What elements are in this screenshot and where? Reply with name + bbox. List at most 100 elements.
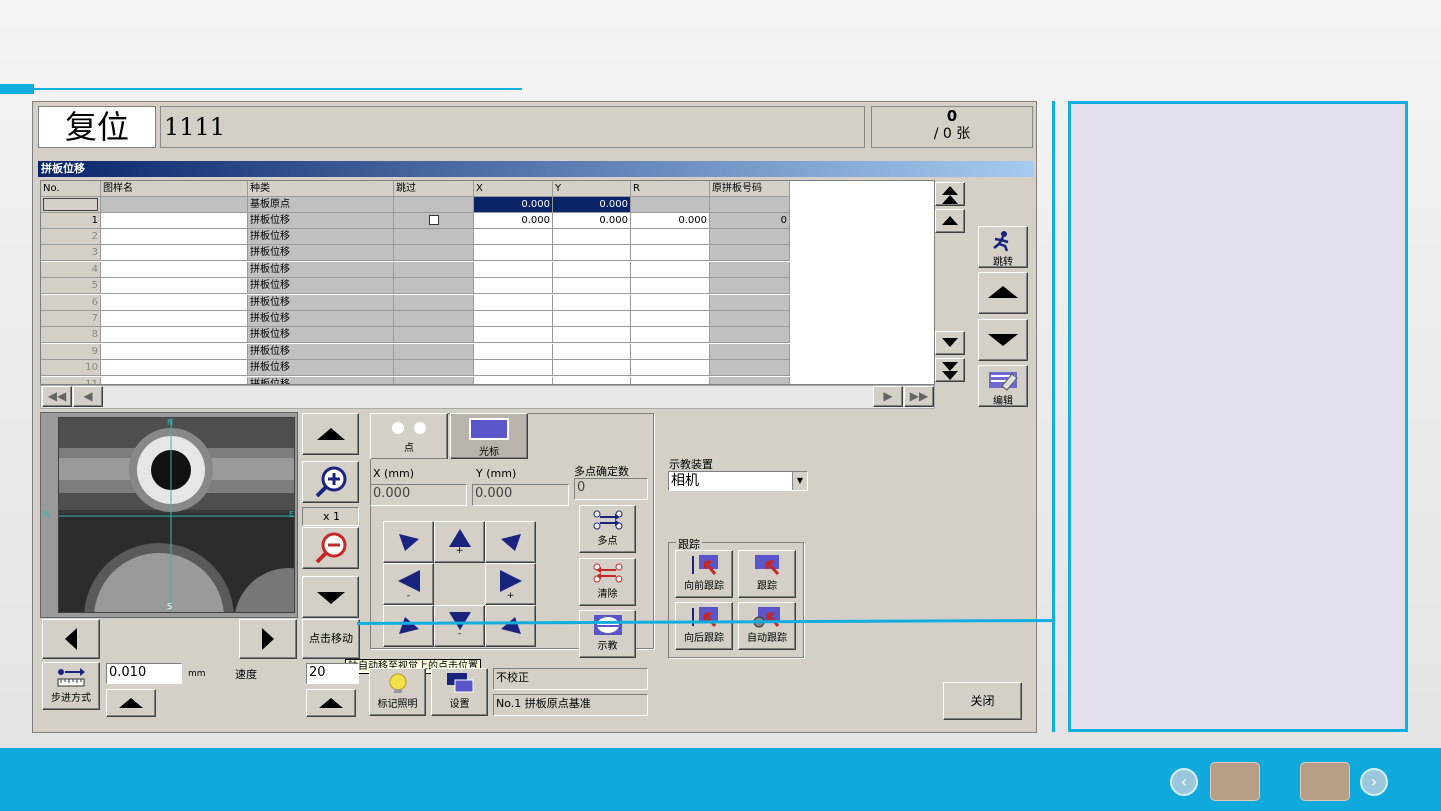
table-cell[interactable] bbox=[394, 294, 474, 311]
backward-tracking-button[interactable]: 向后跟踪 bbox=[675, 602, 733, 650]
step-up-button[interactable] bbox=[106, 689, 156, 717]
page-down-button[interactable] bbox=[978, 319, 1028, 361]
table-cell[interactable] bbox=[101, 278, 248, 295]
table-cell[interactable] bbox=[710, 261, 790, 278]
table-cell[interactable] bbox=[101, 376, 248, 384]
col-header-pattern[interactable]: 图样名 bbox=[101, 181, 248, 197]
table-cell[interactable] bbox=[101, 229, 248, 245]
move-down-right-button[interactable] bbox=[485, 605, 536, 647]
table-cell[interactable] bbox=[394, 376, 474, 384]
table-cell[interactable] bbox=[394, 327, 474, 344]
tracking-button[interactable]: 跟踪 bbox=[738, 550, 796, 598]
table-cell[interactable] bbox=[710, 278, 790, 295]
table-cell[interactable] bbox=[474, 229, 553, 245]
table-cell[interactable] bbox=[710, 197, 790, 213]
table-cell[interactable] bbox=[631, 245, 710, 262]
table-cell[interactable] bbox=[631, 360, 710, 377]
camera-right-button[interactable] bbox=[239, 619, 297, 659]
table-cell-kind[interactable]: 基板原点 bbox=[248, 197, 394, 213]
table-cell[interactable] bbox=[101, 245, 248, 262]
table-row-no[interactable]: 4 bbox=[41, 261, 101, 278]
camera-down-button[interactable] bbox=[302, 576, 359, 618]
table-row-no[interactable]: 1 bbox=[41, 213, 101, 229]
table-cell[interactable] bbox=[394, 245, 474, 262]
table-cell[interactable] bbox=[631, 294, 710, 311]
table-cell[interactable] bbox=[631, 376, 710, 384]
table-cell[interactable] bbox=[553, 261, 631, 278]
step-value-input[interactable]: 0.010 bbox=[106, 663, 182, 684]
table-cell[interactable] bbox=[101, 360, 248, 377]
table-cell-x[interactable]: 0.000 bbox=[474, 197, 553, 213]
table-cell[interactable] bbox=[710, 311, 790, 327]
tab-point[interactable]: 点 bbox=[370, 413, 448, 459]
edit-button[interactable]: 编辑 bbox=[978, 365, 1028, 407]
table-cell[interactable] bbox=[710, 294, 790, 311]
camera-view[interactable] bbox=[58, 417, 295, 613]
col-header-r[interactable]: R bbox=[631, 181, 710, 197]
table-cell[interactable] bbox=[553, 229, 631, 245]
close-button[interactable]: 关闭 bbox=[943, 682, 1022, 720]
table-cell[interactable] bbox=[553, 360, 631, 377]
jump-button[interactable]: 跳转 bbox=[978, 226, 1028, 268]
table-cell-kind[interactable]: 拼板位移 bbox=[248, 229, 394, 245]
table-cell-y[interactable]: 0.000 bbox=[553, 197, 631, 213]
col-header-y[interactable]: Y bbox=[553, 181, 631, 197]
table-cell[interactable] bbox=[553, 311, 631, 327]
table-cell-kind[interactable]: 拼板位移 bbox=[248, 311, 394, 327]
click-move-button[interactable]: 点击移动 bbox=[302, 619, 360, 659]
table-cell-x[interactable]: 0.000 bbox=[474, 213, 553, 229]
table-cell[interactable] bbox=[474, 278, 553, 295]
table-row-no[interactable]: 10 bbox=[41, 360, 101, 377]
camera-up-button[interactable] bbox=[302, 413, 359, 455]
speed-up-button[interactable] bbox=[306, 689, 356, 717]
settings-button[interactable]: 设置 bbox=[431, 668, 488, 716]
scroll-bottom-button[interactable] bbox=[935, 358, 965, 382]
move-down-button[interactable]: - bbox=[434, 605, 485, 647]
tab-cursor[interactable]: 光标 bbox=[450, 413, 528, 459]
move-up-right-button[interactable] bbox=[485, 521, 536, 563]
col-header-skip[interactable]: 跳过 bbox=[394, 181, 474, 197]
scroll-right-icon[interactable]: ▶ bbox=[873, 386, 903, 407]
table-cell-y[interactable]: 0.000 bbox=[553, 213, 631, 229]
multi-point-button[interactable]: 多点 bbox=[579, 505, 636, 553]
table-cell[interactable] bbox=[101, 261, 248, 278]
move-right-button[interactable]: + bbox=[485, 563, 536, 605]
table-row-no[interactable]: 9 bbox=[41, 343, 101, 360]
table-row-no[interactable]: 7 bbox=[41, 311, 101, 327]
table-cell-kind[interactable]: 拼板位移 bbox=[248, 327, 394, 344]
camera-left-button[interactable] bbox=[42, 619, 100, 659]
table-cell[interactable] bbox=[553, 327, 631, 344]
scroll-left-icon[interactable]: ◀ bbox=[73, 386, 103, 407]
table-cell[interactable] bbox=[474, 245, 553, 262]
table-cell[interactable] bbox=[474, 311, 553, 327]
table-cell[interactable] bbox=[631, 261, 710, 278]
table-row-no[interactable]: 6 bbox=[41, 294, 101, 311]
table-cell[interactable] bbox=[101, 294, 248, 311]
table-cell-orig[interactable]: 0 bbox=[710, 213, 790, 229]
table-cell[interactable] bbox=[394, 278, 474, 295]
table-row-no[interactable]: 3 bbox=[41, 245, 101, 262]
horizontal-scrollbar[interactable] bbox=[40, 385, 935, 409]
table-cell[interactable] bbox=[710, 376, 790, 384]
clear-button[interactable]: 清除 bbox=[579, 558, 636, 606]
table-cell[interactable] bbox=[394, 229, 474, 245]
table-cell-r[interactable]: 0.000 bbox=[631, 213, 710, 229]
slide-thumb-left[interactable] bbox=[1210, 762, 1260, 801]
table-cell[interactable] bbox=[631, 311, 710, 327]
next-slide-icon[interactable]: › bbox=[1360, 768, 1388, 796]
table-cell[interactable] bbox=[710, 360, 790, 377]
move-down-left-button[interactable] bbox=[383, 605, 434, 647]
table-cell-kind[interactable]: 拼板位移 bbox=[248, 294, 394, 311]
zoom-out-button[interactable] bbox=[302, 527, 359, 569]
slide-thumb-right[interactable] bbox=[1300, 762, 1350, 801]
table-cell[interactable] bbox=[553, 376, 631, 384]
table-cell-kind[interactable]: 拼板位移 bbox=[248, 343, 394, 360]
table-row-no[interactable]: 5 bbox=[41, 278, 101, 295]
table-cell[interactable] bbox=[101, 327, 248, 344]
move-up-button[interactable]: + bbox=[434, 521, 485, 563]
table-row-no[interactable]: 11 bbox=[41, 376, 101, 384]
table-cell[interactable] bbox=[394, 311, 474, 327]
table-cell[interactable] bbox=[474, 261, 553, 278]
table-cell[interactable] bbox=[394, 261, 474, 278]
prev-slide-icon[interactable]: ‹ bbox=[1170, 768, 1198, 796]
